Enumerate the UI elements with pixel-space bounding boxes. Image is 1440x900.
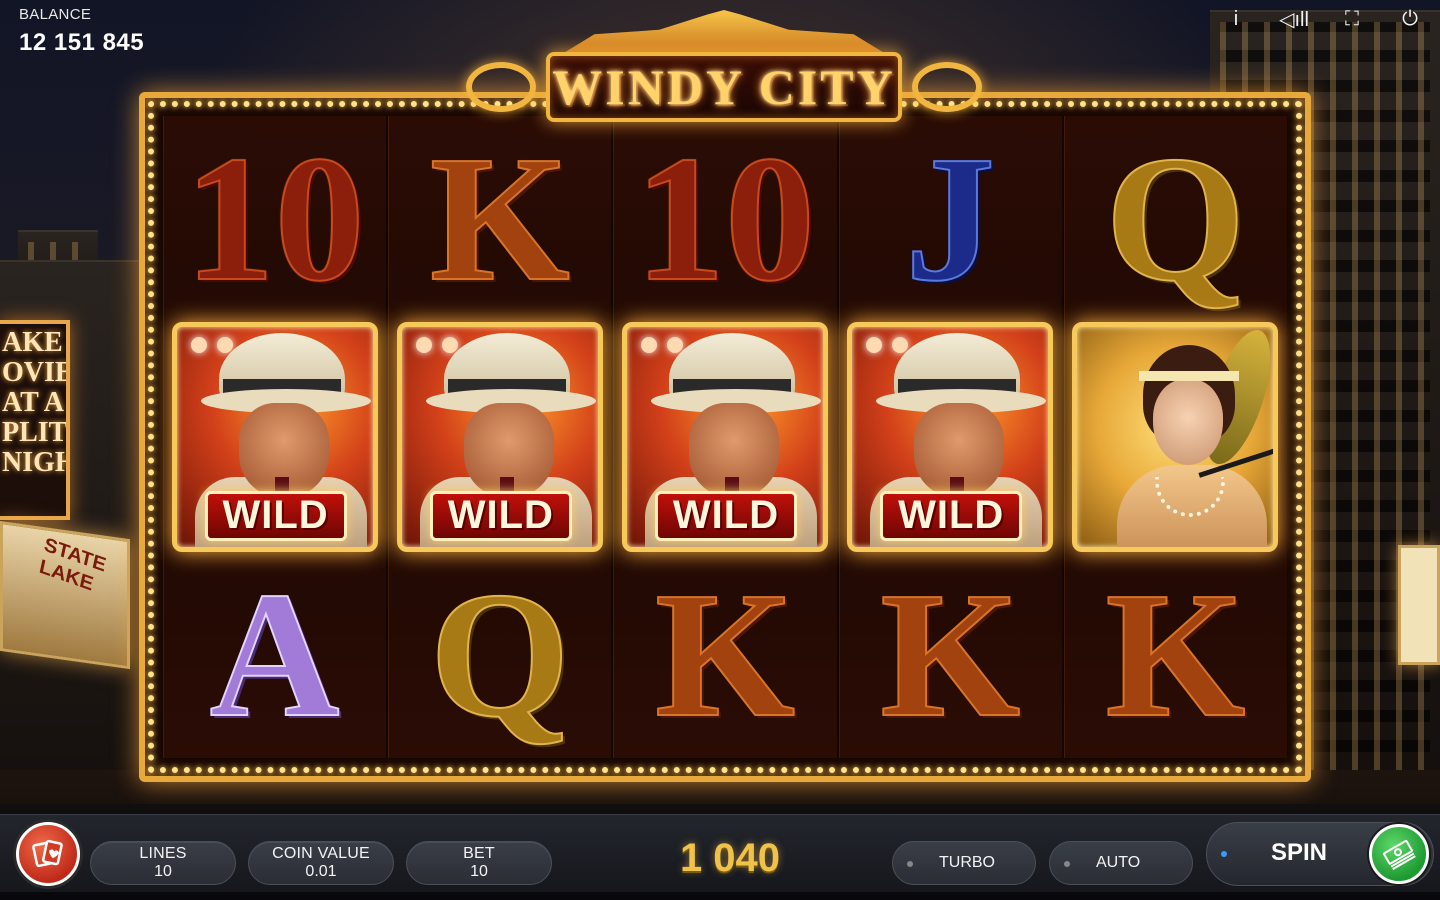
wild-label: WILD (655, 491, 797, 541)
wild-symbol: WILD (396, 322, 603, 552)
auto-indicator (1064, 861, 1070, 867)
spin-button[interactable] (1369, 824, 1429, 884)
reel-cell: J (839, 116, 1062, 322)
logo-crown (562, 10, 886, 54)
flapper-lady-symbol (1072, 322, 1279, 552)
auto-toggle[interactable]: AUTO (1049, 841, 1193, 885)
power-icon[interactable]: ⏻ (1390, 4, 1430, 34)
reel-cell: WILD (839, 322, 1062, 552)
coin-value-selector[interactable]: COIN VALUE 0.01 (248, 841, 394, 885)
turbo-label: TURBO (939, 854, 995, 871)
cards-icon (32, 839, 63, 868)
theater-sign: AKE OVIES AT A PLITT NIGHT! (0, 320, 70, 520)
reel-1: 10 WILD A (163, 116, 389, 758)
marquee-text: STATE LAKE (37, 533, 108, 596)
reel-cell: A (163, 552, 386, 758)
info-icon[interactable]: i (1216, 4, 1256, 34)
reel-frame: 10 WILD A K WILD Q 10 WILD K J WILD K Q … (139, 92, 1311, 782)
game-logo: WINDY CITY (466, 6, 982, 126)
theater-marquee: STATE LAKE (0, 520, 130, 670)
symbol-jack: J (904, 119, 996, 318)
logo-scroll-left (466, 62, 536, 112)
reel-cell: WILD (613, 322, 836, 552)
wild-symbol: WILD (622, 322, 828, 552)
wild-label: WILD (204, 491, 347, 541)
symbol-king: K (1104, 555, 1246, 754)
wild-symbol: WILD (171, 322, 378, 552)
symbol-ace: A (209, 555, 341, 754)
logo-scroll-right (912, 62, 982, 112)
reel-cell: Q (388, 552, 611, 758)
right-sign (1398, 545, 1440, 665)
reel-cell: K (388, 116, 611, 322)
reel-3: 10 WILD K (613, 116, 839, 758)
wild-label: WILD (880, 491, 1023, 541)
top-toolbar: i ◁ıll ⛶ ⏻ (1216, 4, 1430, 34)
spin-control[interactable]: SPIN (1206, 822, 1434, 886)
sound-icon[interactable]: ◁ıll (1274, 4, 1314, 34)
reel-4: J WILD K (839, 116, 1064, 758)
reel-cell: 10 (613, 116, 836, 322)
symbol-ten: 10 (634, 119, 816, 318)
lines-selector[interactable]: LINES 10 (90, 841, 236, 885)
reel-5: Q K (1064, 116, 1287, 758)
lines-value: 10 (154, 863, 172, 880)
wild-label: WILD (429, 491, 572, 541)
symbol-king: K (429, 119, 571, 318)
symbol-king: K (879, 555, 1021, 754)
reel-cell: WILD (163, 322, 386, 552)
reel-cell: K (613, 552, 836, 758)
bet-label: BET (463, 845, 495, 862)
bet-selector[interactable]: BET 10 (406, 841, 552, 885)
reel-cell: Q (1064, 116, 1287, 322)
turbo-toggle[interactable]: TURBO (892, 841, 1036, 885)
reel-2: K WILD Q (388, 116, 614, 758)
logo-title: WINDY CITY (552, 59, 896, 115)
cash-stack-icon (1383, 839, 1416, 871)
gamble-cards-button[interactable] (16, 822, 80, 886)
reel-cell: K (839, 552, 1062, 758)
auto-label: AUTO (1096, 854, 1141, 871)
coin-value-label: COIN VALUE (272, 845, 370, 862)
coin-value-value: 0.01 (305, 863, 337, 880)
reels-grid: 10 WILD A K WILD Q 10 WILD K J WILD K Q … (163, 116, 1287, 758)
reel-cell: 10 (163, 116, 386, 322)
lines-label: LINES (139, 845, 187, 862)
win-amount: 1 040 (679, 836, 781, 880)
spin-indicator (1221, 851, 1227, 857)
balance-value: 12 151 845 (19, 29, 145, 56)
symbol-queen: Q (1104, 119, 1246, 318)
balance-label: BALANCE (19, 6, 92, 23)
reel-cell: K (1064, 552, 1287, 758)
spin-label: SPIN (1271, 839, 1328, 866)
fullscreen-icon[interactable]: ⛶ (1332, 4, 1372, 34)
reel-cell: WILD (388, 322, 611, 552)
symbol-king: K (654, 555, 796, 754)
balance-display: BALANCE 12 151 845 (19, 6, 144, 57)
symbol-queen: Q (429, 555, 571, 754)
wild-symbol: WILD (847, 322, 1054, 552)
bet-value: 10 (470, 863, 488, 880)
turbo-indicator (907, 861, 913, 867)
reel-cell (1064, 322, 1287, 552)
symbol-ten: 10 (184, 119, 366, 318)
